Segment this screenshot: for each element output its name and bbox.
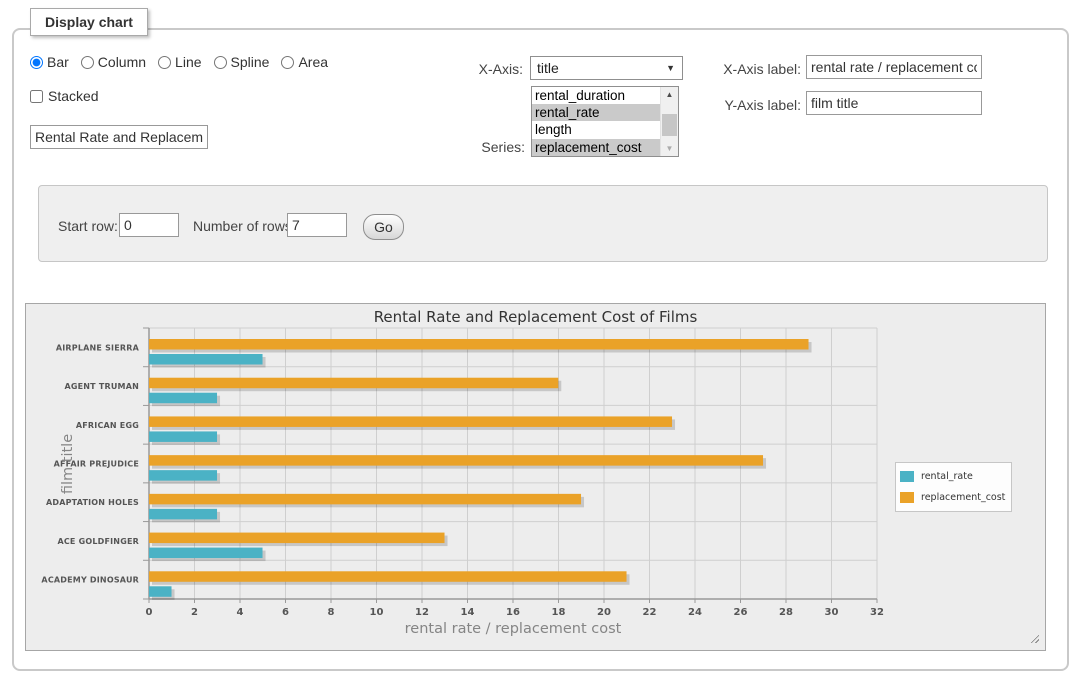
stacked-checkbox[interactable] [30, 90, 43, 103]
bar-rental_rate [149, 586, 172, 597]
fieldset-legend: Display chart [30, 8, 148, 36]
bar-rental_rate [149, 393, 217, 404]
chart-type-option-line[interactable]: Line [158, 54, 201, 70]
x-tick-label: 32 [870, 607, 884, 618]
x-axis-label-input[interactable] [806, 55, 982, 79]
series-option-length[interactable]: length [532, 121, 660, 138]
chart-panel: Rental Rate and Replacement Cost of Film… [25, 303, 1046, 651]
chart-type-radio-label: Column [98, 54, 146, 70]
x-tick-label: 0 [146, 607, 153, 618]
x-tick-label: 10 [370, 607, 384, 618]
x-tick-label: 6 [282, 607, 289, 618]
chart-type-option-column[interactable]: Column [81, 54, 146, 70]
bar-rental_rate [149, 509, 217, 520]
chart-xaxis-label: rental rate / replacement cost [149, 621, 877, 637]
start-row-input[interactable] [119, 213, 179, 237]
y-tick-label: AFRICAN EGG [76, 421, 139, 430]
chart-type-radio-label: Bar [47, 54, 69, 70]
legend-item-replacement_cost: replacement_cost [900, 487, 1005, 508]
chart-type-radio-group: Bar Column Line Spline Area [30, 54, 328, 70]
bar-replacement_cost [149, 339, 809, 350]
series-options: rental_durationrental_ratelengthreplacem… [532, 87, 660, 156]
start-row-label: Start row: [58, 218, 118, 234]
x-tick-label: 2 [191, 607, 198, 618]
x-axis-select[interactable]: title ▼ [530, 56, 683, 80]
x-tick-label: 26 [734, 607, 748, 618]
row-controls-panel: Start row: Number of rows: Go [38, 185, 1048, 262]
chart-canvas: 02468101214161820222426283032AIRPLANE SI… [26, 304, 1045, 650]
chart-type-option-spline[interactable]: Spline [214, 54, 270, 70]
chart-type-option-area[interactable]: Area [281, 54, 328, 70]
x-tick-label: 30 [825, 607, 839, 618]
chart-type-radio-label: Area [298, 54, 328, 70]
x-axis-select-label: X-Axis: [450, 61, 523, 77]
x-axis-selected-value: title [537, 60, 559, 76]
x-tick-label: 14 [461, 607, 475, 618]
series-list-label: Series: [460, 139, 525, 155]
bar-replacement_cost [149, 571, 627, 582]
bar-rental_rate [149, 470, 217, 481]
go-button[interactable]: Go [363, 214, 404, 240]
x-tick-label: 4 [237, 607, 244, 618]
x-tick-label: 28 [779, 607, 793, 618]
bar-rental_rate [149, 431, 217, 442]
x-tick-label: 18 [552, 607, 566, 618]
y-tick-label: ACE GOLDFINGER [57, 537, 139, 546]
series-scrollbar[interactable]: ▲ ▼ [660, 87, 678, 156]
scroll-down-icon[interactable]: ▼ [661, 141, 678, 156]
stacked-option[interactable]: Stacked [30, 88, 99, 104]
series-option-rental_duration[interactable]: rental_duration [532, 87, 660, 104]
number-of-rows-input[interactable] [287, 213, 347, 237]
chart-yaxis-label: film title [60, 434, 76, 494]
chart-title-input[interactable] [30, 125, 208, 149]
x-tick-label: 24 [688, 607, 702, 618]
x-axis-label-label: X-Axis label: [712, 61, 801, 77]
x-tick-label: 8 [328, 607, 335, 618]
chart-type-radio-spline[interactable] [214, 56, 227, 69]
bar-replacement_cost [149, 455, 763, 466]
y-tick-label: ADAPTATION HOLES [46, 498, 139, 507]
number-of-rows-label: Number of rows: [193, 218, 296, 234]
page: Display chart Bar Column Line Spline Area St… [0, 0, 1081, 681]
legend-swatch [900, 492, 914, 503]
x-tick-label: 12 [415, 607, 429, 618]
x-tick-label: 22 [643, 607, 657, 618]
chart-type-radio-label: Spline [231, 54, 270, 70]
scroll-up-icon[interactable]: ▲ [661, 87, 678, 102]
y-tick-label: AGENT TRUMAN [64, 382, 139, 391]
bar-replacement_cost [149, 416, 672, 427]
x-tick-label: 16 [506, 607, 520, 618]
chart-type-radio-bar[interactable] [30, 56, 43, 69]
y-axis-label-label: Y-Axis label: [712, 97, 801, 113]
bar-replacement_cost [149, 533, 445, 544]
y-tick-label: AIRPLANE SIERRA [56, 343, 140, 352]
chart-type-radio-area[interactable] [281, 56, 294, 69]
scrollbar-thumb[interactable] [662, 114, 677, 136]
bar-replacement_cost [149, 494, 581, 505]
chart-type-radio-label: Line [175, 54, 201, 70]
y-axis-label-input[interactable] [806, 91, 982, 115]
bar-replacement_cost [149, 378, 558, 389]
legend-label: replacement_cost [921, 492, 1005, 503]
legend-label: rental_rate [921, 471, 973, 482]
chart-type-option-bar[interactable]: Bar [30, 54, 69, 70]
series-option-rental_rate[interactable]: rental_rate [532, 104, 660, 121]
chart-type-radio-column[interactable] [81, 56, 94, 69]
series-listbox[interactable]: rental_durationrental_ratelengthreplacem… [531, 86, 679, 157]
chevron-down-icon: ▼ [666, 63, 675, 73]
bar-rental_rate [149, 548, 263, 559]
legend-item-rental_rate: rental_rate [900, 466, 1005, 487]
series-option-replacement_cost[interactable]: replacement_cost [532, 139, 660, 156]
chart-type-radio-line[interactable] [158, 56, 171, 69]
y-tick-label: ACADEMY DINOSAUR [41, 576, 139, 585]
stacked-label: Stacked [48, 88, 99, 104]
legend-swatch [900, 471, 914, 482]
chart-legend: rental_rate replacement_cost [895, 462, 1012, 512]
bar-rental_rate [149, 354, 263, 365]
x-tick-label: 20 [597, 607, 611, 618]
